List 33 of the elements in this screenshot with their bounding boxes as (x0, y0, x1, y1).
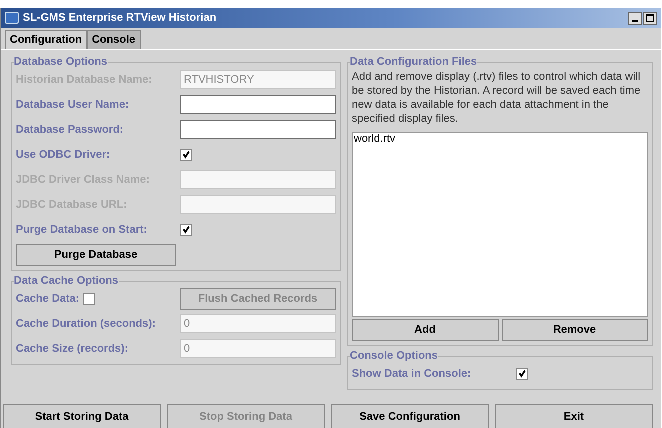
field-label: Cache Duration (seconds): (16, 318, 157, 330)
checkbox-label: Show Data in Console: (352, 368, 472, 380)
group-title: Database Options (14, 56, 108, 68)
file-list[interactable]: world.rtv (352, 132, 648, 317)
input-field[interactable] (180, 120, 336, 139)
file-item[interactable]: world.rtv (353, 133, 647, 145)
description-text: Add and remove display (.rtv) files to control which data will be stored by the Historian. A record will be saved each time new data is available for each data attachment in the specified display files. (352, 70, 642, 126)
list-button[interactable]: Add (352, 319, 498, 341)
window-title: SL-GMS Enterprise RTView Historian (23, 12, 217, 24)
footer-button[interactable]: Save Configuration (331, 404, 489, 428)
maximize-icon[interactable] (643, 12, 657, 24)
checkbox-label: Cache Data: (16, 292, 80, 304)
minimize-icon[interactable] (628, 12, 642, 24)
footer-button[interactable]: Exit (495, 404, 653, 428)
checkbox-label: Purge Database on Start: (16, 224, 148, 236)
list-button[interactable]: Remove (502, 319, 648, 341)
tab[interactable]: Console (87, 30, 141, 49)
group-title: Console Options (350, 350, 438, 362)
tab[interactable]: Configuration (5, 30, 88, 49)
app-icon (5, 12, 19, 24)
field-label: Database User Name: (16, 98, 130, 110)
purge-button[interactable]: Purge Database (16, 244, 176, 266)
field-label: Cache Size (records): (16, 342, 130, 354)
input-field[interactable] (180, 95, 336, 114)
checkbox-label: Use ODBC Driver: (16, 148, 112, 160)
footer-button[interactable]: Start Storing Data (3, 404, 161, 428)
checkbox[interactable] (180, 224, 192, 236)
field-label: Database Password: (16, 124, 125, 136)
group-title: Data Configuration Files (350, 56, 478, 68)
checkbox[interactable] (516, 368, 528, 380)
checkbox[interactable] (180, 148, 192, 160)
group-title: Data Cache Options (14, 275, 119, 287)
checkbox[interactable] (82, 292, 95, 304)
